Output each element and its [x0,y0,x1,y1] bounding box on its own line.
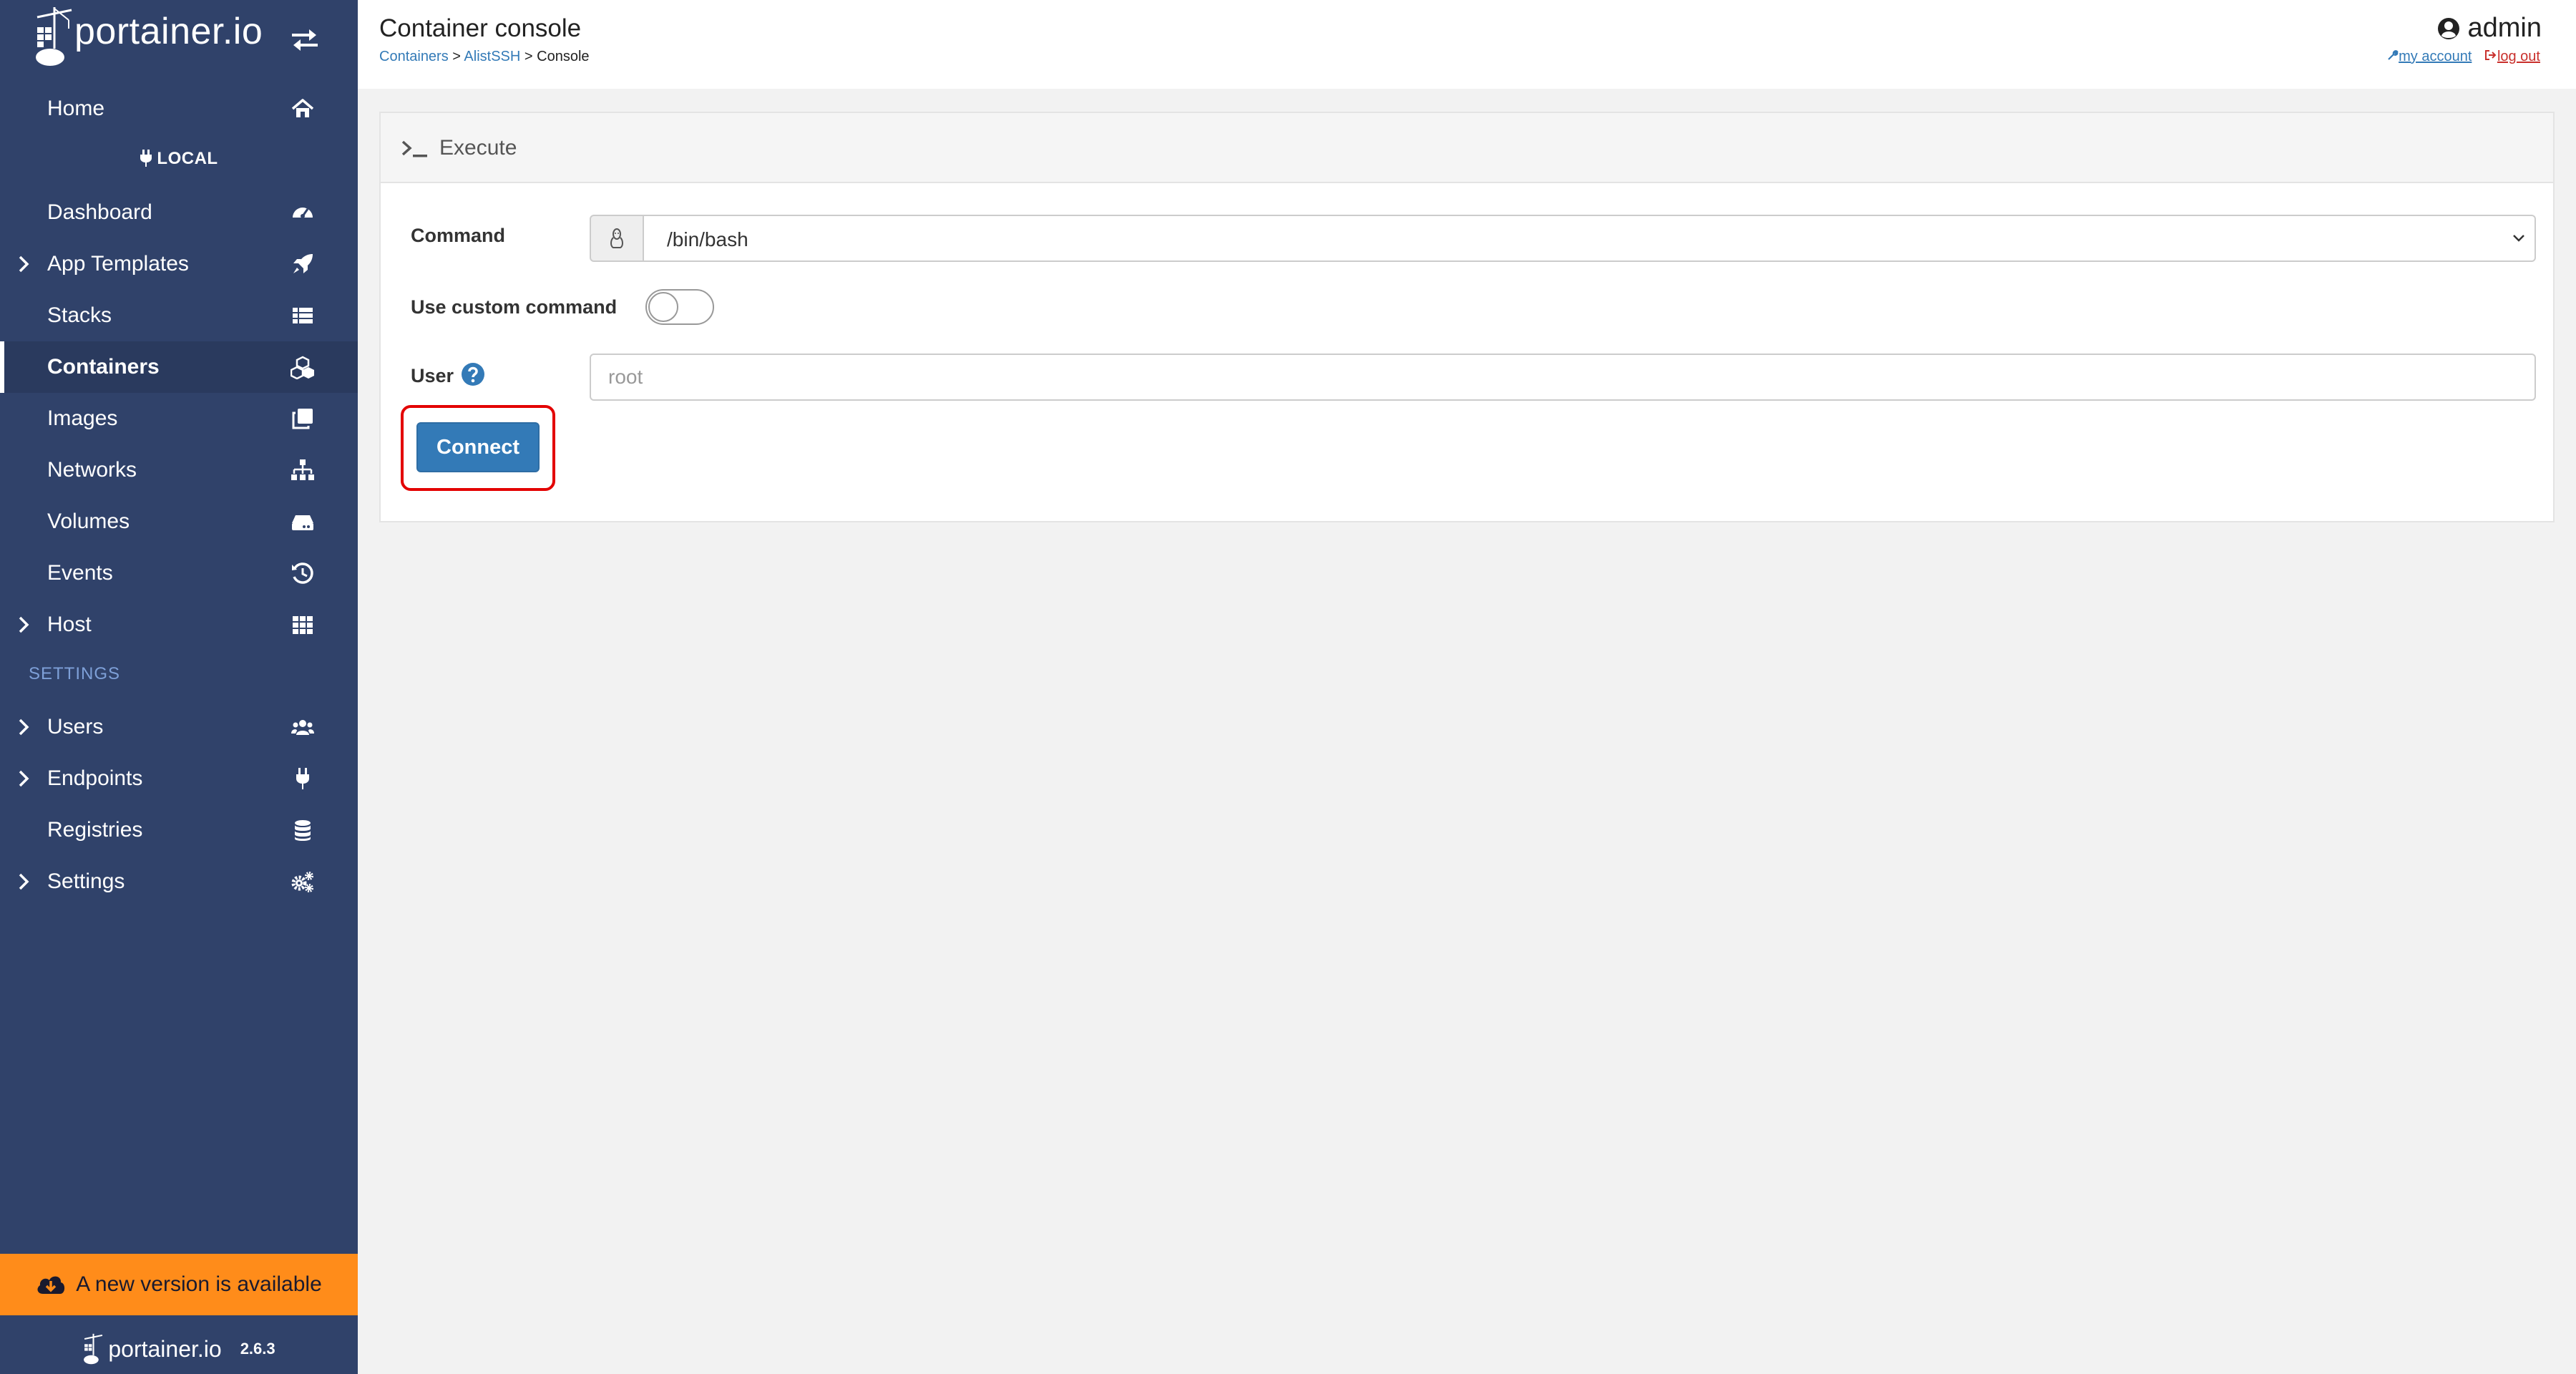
sidebar-item-dashboard[interactable]: Dashboard [0,187,358,238]
toggle-knob [648,292,678,322]
my-account-link[interactable]: my account [2387,49,2472,64]
sidebar-item-settings[interactable]: Settings [0,856,358,907]
command-label: Command [411,225,506,246]
list-icon [293,308,313,323]
sign-out-icon [2484,50,2497,60]
panel-title: Execute [439,136,517,160]
my-account-label: my account [2399,49,2472,64]
custom-command-label: Use custom command [411,296,618,318]
sidebar-item-endpoints[interactable]: Endpoints [0,753,358,804]
custom-command-toggle[interactable] [645,289,714,325]
version-label: 2.6.3 [240,1340,275,1358]
sidebar-item-home[interactable]: Home [0,83,358,135]
sidebar-section-settings: SETTINGS [29,664,121,683]
user-circle-icon [2437,17,2459,39]
sidebar-item-users[interactable]: Users [0,701,358,753]
sidebar-item-label: Host [47,613,92,636]
wrench-icon [2388,50,2399,60]
dashboard-icon [293,208,313,218]
sidebar-item-label: Home [47,97,105,120]
rocket-icon [293,254,313,273]
sidebar-item-host[interactable]: Host [0,599,358,651]
sidebar-item-label: App Templates [47,252,189,276]
sidebar-item-app-templates[interactable]: App Templates [0,238,358,290]
chevron-down-icon [2513,235,2524,242]
sidebar-item-registries[interactable]: Registries [0,804,358,856]
chevron-right-icon [19,255,29,273]
portainer-logo-icon[interactable] [33,4,74,69]
portainer-logo-icon [84,1333,103,1365]
sidebar-item-label: Settings [47,869,125,893]
sidebar-item-images[interactable]: Images [0,393,358,444]
footer-brand-name: portainer.io [108,1335,222,1362]
sidebar-item-events[interactable]: Events [0,547,358,599]
hdd-icon [292,515,313,530]
sidebar-item-label: Containers [47,355,160,379]
chevron-right-icon [19,718,29,736]
update-banner[interactable]: A new version is available [0,1254,358,1315]
sidebar: portainer.io Home LOCAL Dashboard App Te… [0,0,358,1374]
sidebar-item-label: Dashboard [47,200,152,224]
sidebar-item-stacks[interactable]: Stacks [0,290,358,341]
clone-icon [292,409,313,429]
database-icon [295,820,311,841]
username: admin [2467,13,2542,43]
endpoint-label: LOCAL [0,149,358,173]
breadcrumb: Containers > AlistSSH > Console [379,49,590,65]
update-banner-text: A new version is available [76,1272,322,1296]
question-circle-icon[interactable] [461,362,485,386]
sidebar-item-networks[interactable]: Networks [0,444,358,496]
plug-icon [296,768,309,789]
chevron-right-icon [19,873,29,890]
history-icon [292,562,313,584]
sidebar-item-label: Images [47,406,118,430]
breadcrumb-current: Console [537,49,590,64]
chevron-right-icon [19,770,29,787]
sidebar-item-label: Endpoints [47,766,143,790]
brand: portainer.io [0,0,358,72]
users-icon [291,720,314,735]
breadcrumb-container-link[interactable]: AlistSSH [464,49,520,64]
endpoint-name: LOCAL [157,149,218,168]
sidebar-item-label: Stacks [47,303,112,327]
command-select-value: /bin/bash [667,228,748,250]
log-out-link[interactable]: log out [2484,49,2540,64]
footer-brand: portainer.io 2.6.3 [0,1324,358,1374]
sidebar-item-label: Registries [47,818,143,842]
user-label: User [411,365,454,386]
chevron-right-icon [19,616,29,633]
sidebar-item-label: Events [47,561,113,585]
page-title: Container console [379,14,582,42]
command-addon [590,215,644,262]
cloud-download-icon [37,1276,65,1294]
breadcrumb-separator: > [524,49,533,64]
user-info: admin [2436,13,2542,44]
sidebar-item-label: Networks [47,458,137,482]
brand-name[interactable]: portainer.io [74,10,263,53]
command-select[interactable]: /bin/bash [643,215,2536,262]
cogs-icon [291,872,313,892]
user-links: my account log out [2379,49,2540,65]
cubes-icon [291,356,314,379]
connect-button[interactable]: Connect [416,422,540,472]
user-input[interactable] [590,354,2536,401]
plug-icon [140,150,152,167]
execute-panel: Execute Command /bin/bash Use custom com… [379,112,2555,522]
terminal-icon [401,140,427,157]
th-icon [293,616,313,634]
sidebar-item-label: Volumes [47,510,130,533]
linux-icon [610,228,623,248]
sidebar-item-containers[interactable]: Containers [0,341,358,393]
breadcrumb-containers-link[interactable]: Containers [379,49,449,64]
breadcrumb-separator: > [452,49,461,64]
home-icon [291,99,314,117]
exchange-icon[interactable] [289,27,321,53]
panel-header: Execute [381,113,2553,183]
sidebar-item-label: Users [47,715,104,739]
log-out-label: log out [2497,49,2540,64]
sitemap-icon [291,459,314,480]
sidebar-item-volumes[interactable]: Volumes [0,496,358,547]
page-header: Container console Containers > AlistSSH … [358,0,2576,89]
